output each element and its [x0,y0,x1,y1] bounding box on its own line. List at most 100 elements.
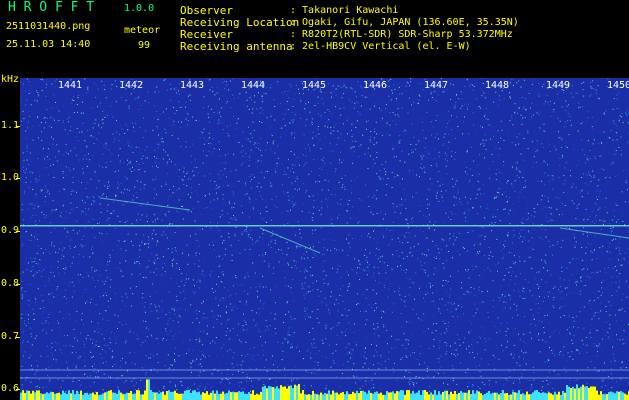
level-bar [22,390,24,400]
app-title: H R O F F T [8,0,95,15]
level-bar [344,394,346,400]
level-bar [570,388,572,400]
x-tick-label: 1442 [119,80,144,91]
level-bar [482,394,484,400]
level-bar [322,394,324,400]
level-bar [196,392,198,400]
level-bar [554,391,556,400]
level-bar [24,392,26,400]
level-bar [92,392,94,400]
level-bar [232,391,234,400]
info-value-antenna: : 2el-HB9CV Vertical (el. E-W) [290,41,471,52]
level-bar [350,394,352,400]
level-bar [326,393,328,400]
x-tick-label: 1450 [607,80,629,91]
level-bar [614,393,616,400]
level-bar [486,392,488,400]
level-bar [346,391,348,400]
level-bar [518,390,520,400]
level-bar [138,390,140,400]
level-bar [428,394,430,400]
level-bar [312,390,314,400]
level-bar [602,394,604,400]
info-value-receiver: : R820T2(RTL-SDR) SDR-Sharp 53.372MHz [290,29,513,40]
level-bar [526,391,528,400]
level-bar [362,390,364,400]
level-bar [54,393,56,400]
level-bar [484,393,486,400]
level-bar [44,393,46,400]
level-bar [566,385,568,400]
level-bar [516,392,518,400]
level-bar [386,391,388,400]
level-bar [494,392,496,400]
level-bar [606,394,608,400]
level-bar [230,392,232,400]
y-tick-mark [16,283,20,285]
level-bar [410,393,412,400]
info-value-location: : Ogaki, Gifu, JAPAN (136.60E, 35.35N) [290,17,519,28]
level-bar [106,391,108,400]
level-bar [306,394,308,400]
level-bar [340,392,342,400]
level-bar [78,393,80,400]
level-bar [358,393,360,400]
level-bar [608,392,610,400]
level-bar [202,392,204,400]
level-bar [424,390,426,400]
level-bar [548,392,550,400]
y-tick-mark [16,178,20,180]
level-bar [334,392,336,400]
level-bar [206,391,208,400]
level-bar [542,392,544,400]
level-bar [116,393,118,400]
level-bar [94,394,96,400]
level-bar [374,392,376,400]
level-bar [506,393,508,400]
level-bar [524,394,526,400]
level-bar [154,392,156,400]
level-bar [316,394,318,400]
level-bar [378,393,380,400]
x-tick-label: 1441 [58,80,83,91]
level-bar [146,379,148,400]
level-bar [172,391,174,400]
level-bar [370,392,372,400]
level-bar [496,392,498,400]
level-bar [204,393,206,400]
level-bar [266,388,268,400]
level-bar [86,392,88,400]
level-bar [430,392,432,400]
level-bar [262,386,264,400]
level-bar [434,390,436,400]
level-bar [372,393,374,400]
level-bar [446,390,448,400]
level-bar [142,394,144,400]
level-bar [124,393,126,400]
level-bar [564,392,566,400]
level-bar [222,391,224,400]
level-bar [618,391,620,400]
level-bar [390,392,392,400]
level-bar [376,391,378,400]
level-bar [288,386,290,400]
level-bar [398,391,400,400]
level-bar [464,392,466,400]
level-bar [586,386,588,400]
level-bar [432,394,434,400]
level-bar [418,390,420,400]
level-bar [356,390,358,400]
y-axis-label: kHz [1,74,20,85]
x-tick-label: 1449 [546,80,571,91]
level-bar [582,384,584,400]
level-bar [342,392,344,400]
level-bar [76,390,78,400]
level-bar [260,391,262,400]
level-bar [242,391,244,400]
level-bar [240,391,242,400]
level-bar [120,392,122,400]
level-bar [184,390,186,400]
level-bar [114,392,116,400]
level-bar [182,393,184,400]
level-bar [252,390,254,400]
